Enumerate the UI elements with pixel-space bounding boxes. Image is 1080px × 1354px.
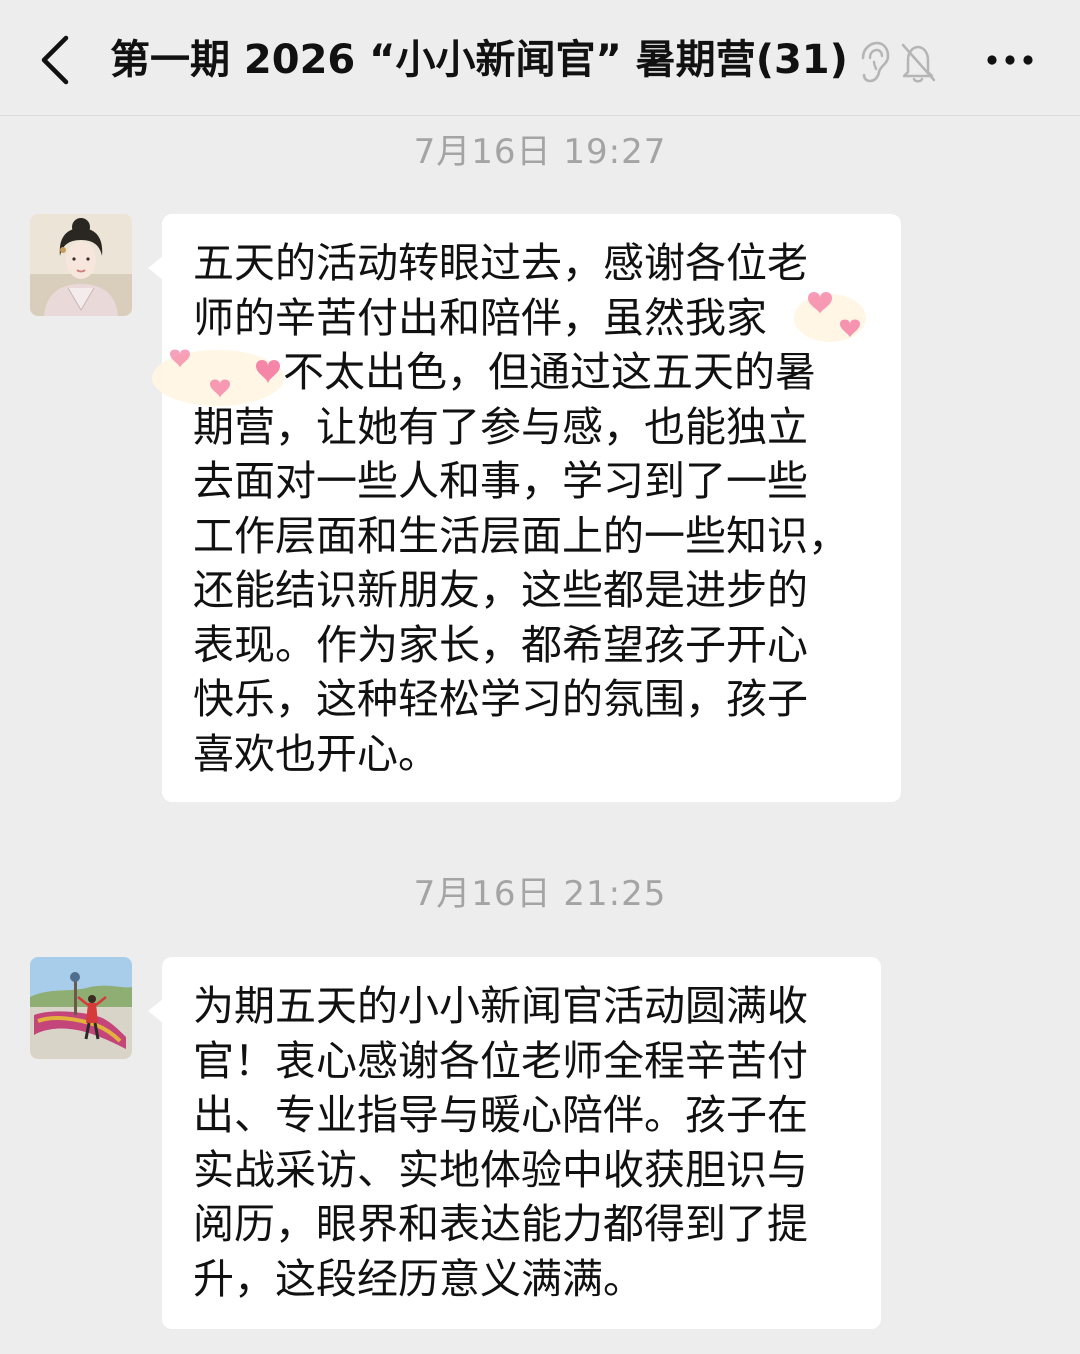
message-timestamp: 7月16日 21:25 <box>413 874 667 914</box>
message-line: 去面对一些人和事，学习到了一些 <box>193 457 808 505</box>
group-name: 第一期 2026 “小小新闻官” 暑期营 <box>110 37 756 83</box>
avatar-woman-hanfu <box>30 214 132 316</box>
chat-header: 第一期 2026 “小小新闻官” 暑期营(31) <box>0 0 1080 116</box>
message-bubble[interactable]: 五天的活动转眼过去，感谢各位老 师的辛苦付出和陪伴，虽然我家 不太出色，但通过这… <box>148 214 901 802</box>
back-button[interactable] <box>30 28 86 92</box>
message-line: 工作层面和生活层面上的一些知识， <box>193 511 849 560</box>
avatar-outdoor-flowers <box>30 957 132 1059</box>
ear-icon <box>861 41 890 83</box>
message-timestamp: 7月16日 19:27 <box>413 132 667 172</box>
avatar[interactable] <box>30 214 132 316</box>
more-dots-icon[interactable] <box>982 40 1042 80</box>
message-line: 表现。作为家长，都希望孩子开心 <box>193 620 808 669</box>
chat-screen: 第一期 2026 “小小新闻官” 暑期营(31) 7月16日 19:27 五天的… <box>0 0 1080 1354</box>
message-line: 实战采访、实地体验中收获胆识与 <box>193 1145 808 1194</box>
message-line: 为期五天的小小新闻官活动圆满收 <box>193 982 808 1030</box>
chat-title[interactable]: 第一期 2026 “小小新闻官” 暑期营(31) <box>110 32 860 88</box>
message-line: 官！衷心感谢各位老师全程辛苦付 <box>193 1036 808 1085</box>
avatar[interactable] <box>30 957 132 1059</box>
message-line: 快乐，这种轻松学习的氛围，孩子 <box>193 675 808 723</box>
bell-off-icon <box>901 43 936 83</box>
member-count: (31) <box>755 37 848 83</box>
message-line: 不太出色，但通过这五天的暑 <box>283 348 816 396</box>
message-line: 还能结识新朋友，这些都是进步的 <box>193 566 808 614</box>
message-bubble[interactable]: 为期五天的小小新闻官活动圆满收 官！衷心感谢各位老师全程辛苦付 出、专业指导与暖… <box>148 957 881 1329</box>
message-line: 期营，让她有了参与感，也能独立 <box>193 402 808 451</box>
message-line: 阅历，眼界和表达能力都得到了提 <box>193 1200 808 1248</box>
message-line: 喜欢也开心。 <box>193 729 439 778</box>
message-line: 升，这段经历意义满满。 <box>193 1254 644 1303</box>
message-line: 师的辛苦付出和陪伴，虽然我家 <box>193 293 767 342</box>
message-line: 出、专业指导与暖心陪伴。孩子在 <box>193 1091 808 1139</box>
message-line: 五天的活动转眼过去，感谢各位老 <box>193 239 808 287</box>
chevron-left-icon <box>41 35 69 85</box>
